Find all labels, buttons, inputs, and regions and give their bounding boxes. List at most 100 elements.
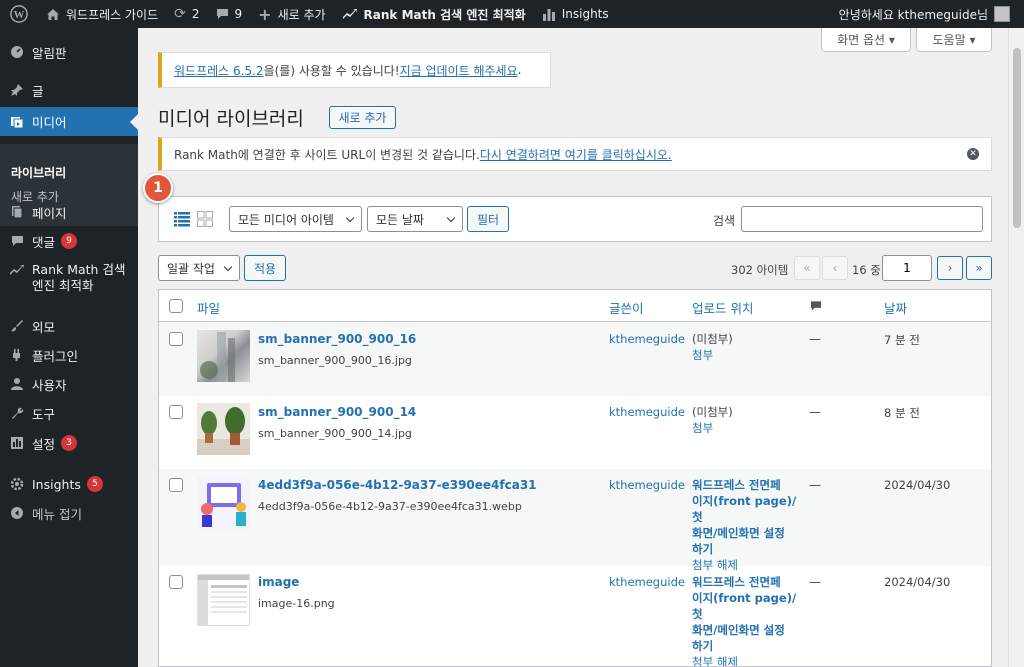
rankmath-menu[interactable]: Rank Math 검색 엔진 최적화 (334, 0, 534, 28)
chevron-down-icon (446, 213, 456, 223)
comments-count: 9 (234, 7, 243, 21)
page-of-total: 16 중 (852, 263, 881, 277)
row-checkbox[interactable] (169, 332, 183, 346)
comment-bubble-icon[interactable] (810, 300, 822, 315)
new-content-menu[interactable]: + 새로 추가 (250, 0, 333, 28)
media-thumbnail[interactable] (197, 574, 250, 626)
sidebar-item-settings[interactable]: 설정 3 (0, 429, 138, 457)
sidebar-label-media: 미디어 (32, 115, 67, 130)
attached-post-line: 워드프레스 전면페 (692, 575, 781, 589)
sidebar-label-users: 사용자 (32, 377, 67, 393)
row-checkbox[interactable] (169, 478, 183, 492)
wrench-icon (8, 406, 26, 420)
sidebar-item-dashboard[interactable]: 알림판 (0, 38, 138, 66)
media-thumbnail[interactable] (197, 403, 250, 455)
list-view-icon[interactable] (174, 211, 190, 230)
insights-menu[interactable]: Insights (534, 0, 617, 28)
pin-icon (8, 83, 26, 97)
sidebar-item-users[interactable]: 사용자 (0, 370, 138, 398)
prev-page-button[interactable]: ‹ (822, 256, 848, 280)
media-title-link[interactable]: image (258, 575, 299, 589)
bulk-action-select[interactable]: 일괄 작업 (158, 255, 240, 281)
my-account-menu[interactable]: 안녕하세요 kthemeguide님 (831, 0, 1024, 28)
site-name-menu[interactable]: 워드프레스 가이드 (38, 0, 166, 28)
media-type-select[interactable]: 모든 미디어 아이템 (229, 206, 362, 232)
chevron-down-icon (345, 213, 355, 223)
comments-menu[interactable]: 9 (208, 0, 251, 28)
updates-icon: ⟳ (174, 6, 186, 22)
insights-gear-icon (8, 477, 26, 491)
sidebar-label-settings: 설정 (32, 436, 56, 452)
column-header-date[interactable]: 날짜 (884, 298, 907, 317)
media-type-value: 모든 미디어 아이템 (238, 212, 334, 227)
apply-button[interactable]: 적용 (244, 255, 286, 281)
current-menu-arrow (130, 113, 138, 130)
media-filename: 4edd3f9a-056e-4b12-9a37-e390ee4fca31.web… (258, 500, 522, 513)
media-filename: sm_banner_900_900_14.jpg (258, 427, 412, 440)
attached-post-link[interactable]: 워드프레스 전면페 이지(front page)/첫 화면/메인화면 설정 하기 (692, 574, 802, 654)
detach-link[interactable]: 첨부 해제 (692, 654, 802, 666)
sidebar-item-tools[interactable]: 도구 (0, 399, 138, 427)
sidebar-item-pages[interactable]: 페이지 (0, 198, 138, 226)
column-header-file[interactable]: 파일 (197, 298, 220, 317)
author-link[interactable]: kthemeguide (609, 405, 685, 419)
sidebar-item-media[interactable]: 미디어 (0, 107, 138, 136)
wp-version-link[interactable]: 워드프레스 6.5.2 (174, 62, 264, 79)
screen-options-button[interactable]: 화면 옵션 ▾ (821, 28, 911, 52)
date-value: 모든 날짜 (376, 212, 424, 227)
grid-view-icon[interactable] (197, 211, 213, 230)
row-checkbox[interactable] (169, 575, 183, 589)
sidebar-item-posts[interactable]: 글 (0, 76, 138, 104)
media-thumbnail[interactable] (197, 477, 250, 529)
sidebar-item-comments[interactable]: 댓글 9 (0, 227, 138, 255)
dismiss-icon[interactable]: ✕ (967, 148, 979, 160)
chevron-down-icon (223, 262, 233, 272)
sidebar-item-plugins[interactable]: 플러그인 (0, 341, 138, 369)
greeting: 안녕하세요 kthemeguide님 (838, 7, 988, 22)
attached-post-link[interactable]: 워드프레스 전면페 이지(front page)/첫 화면/메인화면 설정 하기 (692, 477, 802, 557)
bulk-action-value: 일괄 작업 (167, 261, 215, 276)
paintbrush-icon (8, 319, 26, 333)
media-title-link[interactable]: sm_banner_900_900_16 (258, 332, 416, 346)
author-link[interactable]: kthemeguide (609, 575, 685, 589)
attach-link[interactable]: 첨부 (692, 420, 802, 436)
sidebar-item-insights[interactable]: Insights 5 (0, 470, 138, 498)
media-title-link[interactable]: 4edd3f9a-056e-4b12-9a37-e390ee4fca31 (258, 478, 537, 492)
comments-badge: 9 (61, 233, 78, 249)
first-page-button[interactable]: « (794, 256, 820, 280)
author-link[interactable]: kthemeguide (609, 478, 685, 492)
column-header-author[interactable]: 글쓴이 (609, 298, 644, 317)
sidebar-item-appearance[interactable]: 외모 (0, 312, 138, 340)
help-button[interactable]: 도움말 ▾ (916, 28, 992, 52)
media-search-input[interactable] (741, 206, 983, 232)
current-page-input[interactable] (882, 255, 932, 281)
date-cell: 2024/04/30 (884, 478, 951, 492)
sidebar-label-appearance: 외모 (32, 319, 56, 335)
updates-menu[interactable]: ⟳ 2 (166, 0, 207, 28)
select-all-checkbox[interactable] (169, 299, 183, 313)
next-page-button[interactable]: › (937, 256, 963, 280)
author-link[interactable]: kthemeguide (609, 332, 685, 346)
insights-badge: 5 (86, 476, 103, 492)
user-icon (8, 377, 26, 391)
date-select[interactable]: 모든 날짜 (367, 206, 463, 232)
media-title-link[interactable]: sm_banner_900_900_14 (258, 405, 416, 419)
reconnect-link[interactable]: 다시 연결하려면 여기를 클릭하십시오. (480, 146, 672, 163)
update-now-link[interactable]: 지금 업데이트 해주세요 (400, 62, 518, 79)
sidebar-collapse-menu[interactable]: 메뉴 접기 (0, 499, 138, 527)
scrollbar-thumb[interactable] (1013, 48, 1021, 228)
attach-link[interactable]: 첨부 (692, 347, 802, 363)
date-cell: 8 분 전 (884, 406, 920, 420)
sidebar-item-rankmath[interactable]: Rank Math 검색 엔진 최적화 (0, 262, 138, 300)
last-page-button[interactable]: » (966, 256, 992, 280)
filter-button[interactable]: 필터 (467, 206, 509, 232)
page-scrollbar[interactable] (1008, 28, 1024, 667)
sidebar-label-posts: 글 (32, 83, 44, 99)
wp-logo-menu[interactable]: W (0, 0, 38, 28)
row-checkbox[interactable] (169, 405, 183, 419)
submenu-item-library[interactable]: 라이브러리 (11, 164, 66, 181)
sidebar-label-insights: Insights (32, 476, 81, 492)
add-new-media-button[interactable]: 새로 추가 (329, 106, 396, 129)
column-header-uploaded-to[interactable]: 업로드 위치 (692, 298, 753, 317)
media-thumbnail[interactable] (197, 330, 250, 382)
